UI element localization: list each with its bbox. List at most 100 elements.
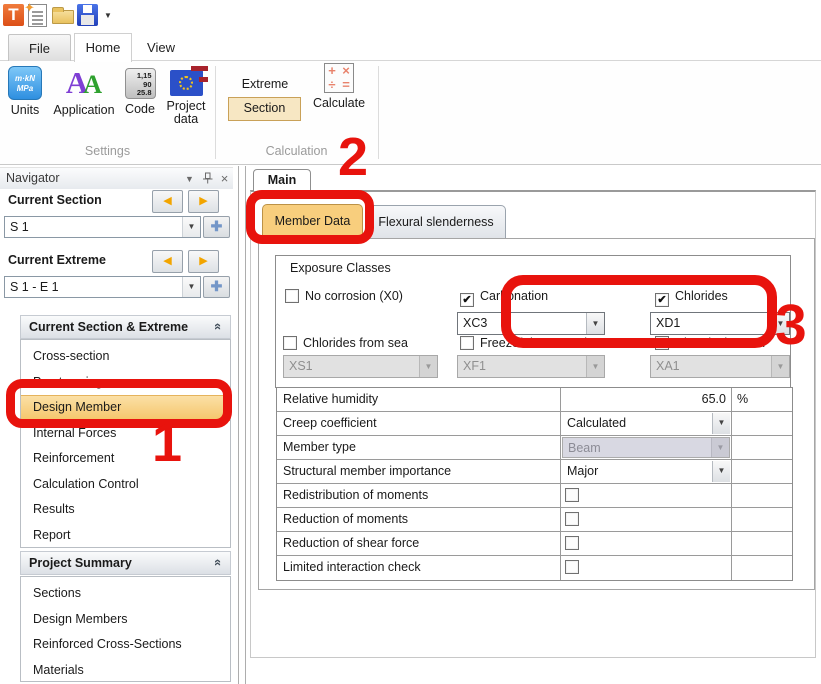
nav-list-current: Cross-sectionPrestressingDesign MemberIn… (20, 339, 231, 548)
checkbox-reduction-of-moments[interactable] (565, 512, 579, 526)
property-label: Relative humidity (277, 388, 561, 411)
label-chlorides-from-sea: Chlorides from sea (303, 336, 408, 350)
chevron-down-icon[interactable]: ▼ (712, 461, 730, 482)
chevron-down-icon: ▼ (771, 356, 789, 377)
nav-item-reinforcement[interactable]: Reinforcement (21, 446, 230, 472)
property-unit (732, 556, 792, 580)
checkbox-no-corrosion-x0-[interactable] (285, 289, 299, 303)
collapse-icon[interactable]: « (212, 559, 225, 566)
app-logo-icon[interactable]: T (3, 4, 24, 26)
next-section-button[interactable]: ▶ (188, 190, 219, 213)
panel-splitter[interactable] (245, 166, 246, 684)
chevron-down-icon: ▼ (586, 356, 604, 377)
checkbox-redistribution-of-moments[interactable] (565, 488, 579, 502)
current-extreme-combobox[interactable]: S 1 - E 1 ▼ (4, 276, 201, 298)
exposure-dropdown-xf1: XF1▼ (457, 355, 605, 378)
checkbox-limited-interaction-check[interactable] (565, 560, 579, 574)
property-value-cell (561, 532, 732, 555)
section-button[interactable]: Section (228, 97, 301, 121)
tab-file[interactable]: File (8, 34, 71, 61)
add-section-button[interactable]: ✚ (203, 216, 230, 238)
extreme-button[interactable]: Extreme (229, 74, 301, 94)
units-icon: m·kN MPa (8, 66, 42, 100)
tab-member-data[interactable]: Member Data (262, 204, 363, 239)
checkbox-freeze-thaw-attack[interactable] (460, 336, 474, 350)
tab-main[interactable]: Main (253, 169, 311, 191)
nav-item-design-member[interactable]: Design Member (21, 395, 230, 421)
label-chemical-attack: Chemical Attack (675, 336, 765, 350)
panel-menu-icon[interactable]: ▼ (182, 172, 197, 187)
panel-splitter[interactable] (238, 166, 239, 684)
chevron-down-icon[interactable]: ▼ (771, 313, 789, 334)
chevron-down-icon[interactable]: ▼ (182, 217, 200, 237)
pin-icon[interactable] (200, 172, 215, 187)
save-icon[interactable] (77, 4, 98, 26)
dropdown-structural-member-importance[interactable]: Major▼ (562, 461, 730, 482)
property-row-reduction-of-moments: Reduction of moments (277, 508, 792, 532)
checkbox-carbonation[interactable]: ✔ (460, 293, 474, 307)
code-button[interactable]: 1,15 90 25.8 Code (118, 66, 162, 116)
calculate-icon: +×÷= (324, 63, 354, 93)
tab-home[interactable]: Home (74, 33, 132, 62)
property-row-relative-humidity: Relative humidity65.0% (277, 388, 792, 412)
nav-item-design-members[interactable]: Design Members (21, 607, 230, 633)
tab-flexural-slenderness[interactable]: Flexural slenderness (366, 205, 506, 239)
application-settings-button[interactable]: AA Application (50, 66, 118, 117)
chevron-down-icon[interactable]: ▼ (712, 413, 730, 434)
property-value-cell[interactable]: 65.0 (561, 388, 732, 411)
property-row-member-type: Member typeBeam▼ (277, 436, 792, 460)
property-row-creep-coefficient: Creep coefficientCalculated▼ (277, 412, 792, 436)
property-value-cell: Calculated▼ (561, 412, 732, 435)
units-label: Units (2, 104, 48, 117)
label-freeze-thaw-attack: Freeze/Thaw Attack (480, 336, 590, 350)
exposure-dropdown-xd1[interactable]: XD1▼ (650, 312, 790, 335)
project-data-icon (170, 70, 203, 96)
exposure-option-no-corrosion-x0-: No corrosion (X0) (285, 289, 403, 303)
nav-item-report[interactable]: Report (21, 523, 230, 549)
collapse-icon[interactable]: « (212, 323, 225, 330)
nav-item-reinforced-cross-sections[interactable]: Reinforced Cross-Sections (21, 632, 230, 658)
exposure-option-freeze-thaw-attack: Freeze/Thaw Attack (460, 336, 590, 350)
tab-view[interactable]: View (135, 34, 187, 61)
label-carbonation: Carbonation (480, 289, 548, 303)
property-row-redistribution-of-moments: Redistribution of moments (277, 484, 792, 508)
value-relative-humidity[interactable]: 65.0 (702, 392, 726, 406)
new-spark-icon: ✦ (24, 0, 35, 16)
nav-group-current-section-extreme[interactable]: Current Section & Extreme « (20, 315, 231, 339)
code-label: Code (118, 103, 162, 116)
nav-item-cross-section[interactable]: Cross-section (21, 344, 230, 370)
calculate-button[interactable]: +×÷= Calculate (308, 63, 370, 110)
prev-extreme-button[interactable]: ◀ (152, 250, 183, 273)
checkbox-chemical-attack[interactable] (655, 336, 669, 350)
left-arrow-icon: ◀ (163, 195, 171, 207)
dropdown-creep-coefficient[interactable]: Calculated▼ (562, 413, 730, 434)
exposure-dropdown-xc3[interactable]: XC3▼ (457, 312, 605, 335)
property-value-cell: Major▼ (561, 460, 732, 483)
chevron-down-icon[interactable]: ▼ (182, 277, 200, 297)
nav-group-project-summary[interactable]: Project Summary « (20, 551, 231, 575)
project-data-button[interactable]: Project data (158, 66, 214, 126)
next-extreme-button[interactable]: ▶ (188, 250, 219, 273)
open-folder-icon[interactable] (52, 10, 74, 24)
property-value-cell: Beam▼ (561, 436, 732, 459)
property-label: Structural member importance (277, 460, 561, 483)
add-extreme-button[interactable]: ✚ (203, 276, 230, 298)
close-icon[interactable]: × (217, 172, 232, 187)
qat-dropdown-icon[interactable]: ▼ (104, 11, 112, 20)
nav-item-results[interactable]: Results (21, 497, 230, 523)
current-section-combobox[interactable]: S 1 ▼ (4, 216, 201, 238)
checkbox-chlorides-from-sea[interactable] (283, 336, 297, 350)
properties-table: Relative humidity65.0%Creep coefficientC… (276, 387, 793, 581)
nav-item-sections[interactable]: Sections (21, 581, 230, 607)
chevron-down-icon[interactable]: ▼ (586, 313, 604, 334)
checkbox-reduction-of-shear-force[interactable] (565, 536, 579, 550)
nav-item-prestressing[interactable]: Prestressing (21, 370, 230, 396)
units-button[interactable]: m·kN MPa Units (2, 66, 48, 117)
checkbox-chlorides[interactable]: ✔ (655, 293, 669, 307)
nav-item-calculation-control[interactable]: Calculation Control (21, 472, 230, 498)
nav-item-materials[interactable]: Materials (21, 658, 230, 684)
calculate-label: Calculate (308, 97, 370, 110)
new-file-icon[interactable]: ✦ (28, 4, 47, 27)
prev-section-button[interactable]: ◀ (152, 190, 183, 213)
nav-item-internal-forces[interactable]: Internal Forces (21, 421, 230, 447)
